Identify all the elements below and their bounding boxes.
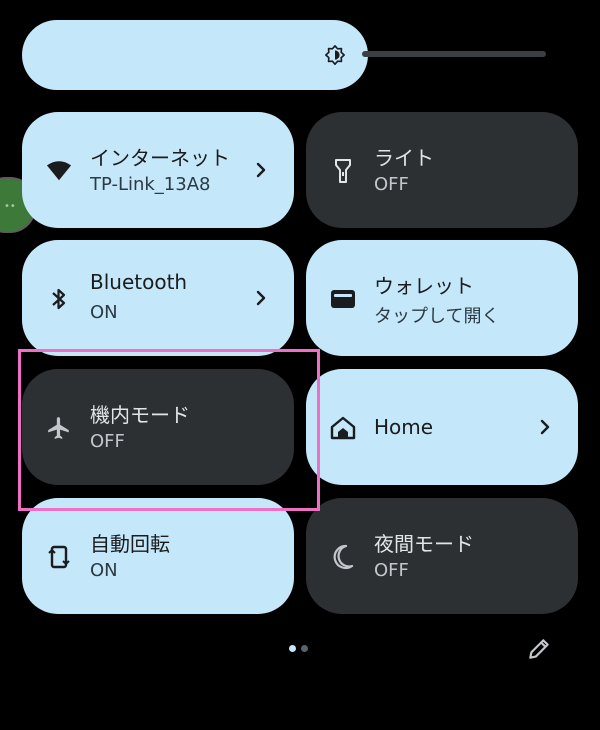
chevron-right-icon[interactable] bbox=[254, 288, 268, 308]
tile-wallet-subtitle: タップして開く bbox=[374, 306, 500, 327]
page-dot-active bbox=[289, 645, 296, 652]
bluetooth-icon bbox=[46, 286, 72, 312]
tile-wallet[interactable]: ウォレット タップして開く bbox=[306, 240, 578, 356]
tile-internet-title: インターネット bbox=[90, 146, 230, 170]
tile-bluetooth-subtitle: ON bbox=[90, 302, 118, 323]
tile-internet[interactable]: インターネット TP-Link_13A8 bbox=[22, 112, 294, 228]
tile-flashlight[interactable]: ライト OFF bbox=[306, 112, 578, 228]
page-dot bbox=[301, 645, 308, 652]
tile-flashlight-subtitle: OFF bbox=[374, 174, 409, 195]
tile-bluetooth-title: Bluetooth bbox=[90, 270, 188, 294]
tile-flashlight-title: ライト bbox=[374, 146, 434, 170]
tile-bluetooth[interactable]: Bluetooth ON bbox=[22, 240, 294, 356]
flashlight-icon bbox=[330, 158, 356, 184]
chevron-right-icon[interactable] bbox=[254, 160, 268, 180]
edit-pencil-icon[interactable] bbox=[526, 636, 552, 662]
tile-auto-rotate[interactable]: 自動回転 ON bbox=[22, 498, 294, 614]
tile-night-mode-title: 夜間モード bbox=[374, 532, 474, 556]
wifi-icon bbox=[46, 158, 72, 184]
brightness-slider[interactable] bbox=[22, 20, 368, 90]
brightness-track[interactable] bbox=[362, 51, 546, 57]
rotate-icon bbox=[46, 544, 72, 570]
chevron-right-icon[interactable] bbox=[538, 417, 552, 437]
tile-wallet-title: ウォレット bbox=[374, 274, 474, 298]
tile-night-mode[interactable]: 夜間モード OFF bbox=[306, 498, 578, 614]
wallet-icon bbox=[330, 286, 356, 312]
moon-icon bbox=[330, 544, 356, 570]
tile-home-title: Home bbox=[374, 415, 434, 439]
page-indicator bbox=[289, 645, 308, 652]
brightness-icon bbox=[325, 45, 345, 65]
tile-auto-rotate-title: 自動回転 bbox=[90, 532, 170, 556]
more-icon: •• bbox=[4, 201, 16, 212]
tile-internet-subtitle: TP-Link_13A8 bbox=[90, 174, 211, 195]
tile-auto-rotate-subtitle: ON bbox=[90, 560, 118, 581]
highlight-frame bbox=[18, 349, 320, 511]
home-icon bbox=[330, 415, 356, 441]
tile-home[interactable]: Home bbox=[306, 369, 578, 485]
tile-night-mode-subtitle: OFF bbox=[374, 560, 409, 581]
